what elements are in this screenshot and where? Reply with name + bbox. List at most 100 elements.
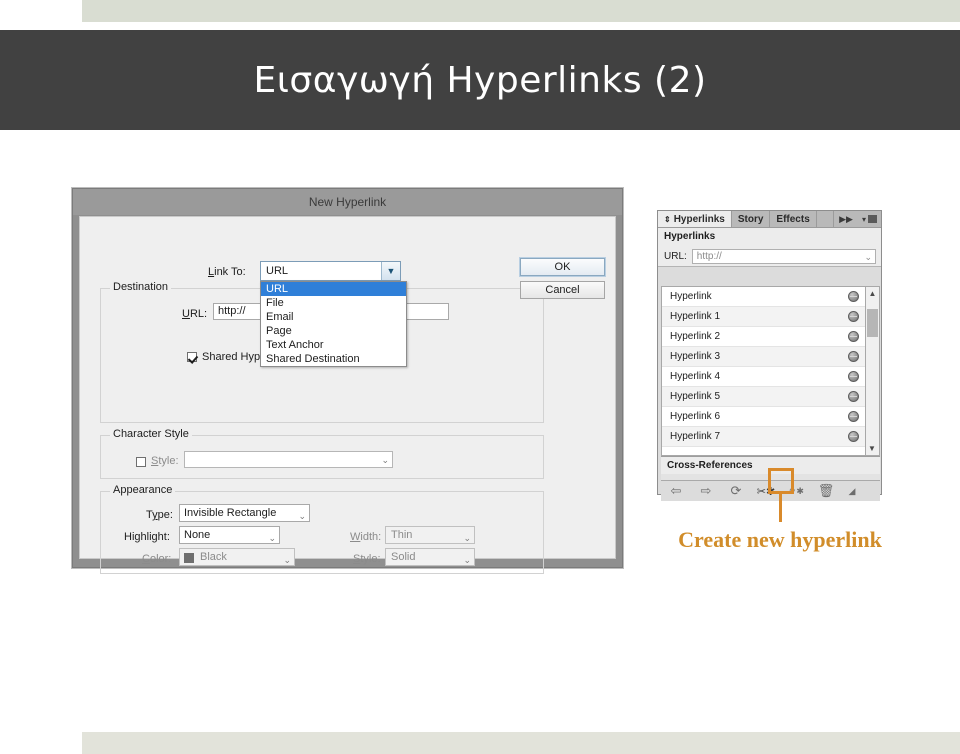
page-title: Εισαγωγή Hyperlinks (2) xyxy=(253,59,707,101)
tab-hyperlinks-label: Hyperlinks xyxy=(673,213,725,225)
hyperlink-url-status-icon xyxy=(848,411,859,422)
new-hyperlink-dialog: New Hyperlink Link To: URL ▼ URL File Em… xyxy=(72,188,623,574)
width-select: Thin ⌄ xyxy=(385,526,475,544)
border-style-value: Solid xyxy=(391,551,416,563)
tab-effects[interactable]: Effects xyxy=(770,211,817,227)
panel-grip-icon: ⇕ xyxy=(664,214,671,224)
highlight-select[interactable]: None ⌄ xyxy=(179,526,280,544)
hyperlink-url-status-icon xyxy=(848,291,859,302)
tab-hyperlinks[interactable]: ⇕ Hyperlinks xyxy=(658,211,732,227)
slide-top-decoration-bar xyxy=(82,0,960,22)
chevron-down-icon: ⌄ xyxy=(463,533,471,543)
annotation-leader-line xyxy=(779,494,782,522)
tab-story[interactable]: Story xyxy=(731,211,771,227)
panel-heading: Hyperlinks xyxy=(658,228,881,246)
chevron-down-icon: ⌄ xyxy=(283,555,291,565)
go-back-icon[interactable]: ⇦ xyxy=(661,482,691,501)
dialog-titlebar: New Hyperlink xyxy=(73,189,622,215)
resize-grip-icon[interactable]: ◢ xyxy=(841,482,863,501)
list-item[interactable]: Hyperlink 6 xyxy=(662,407,865,427)
panel-url-label: URL: xyxy=(664,250,687,262)
type-select[interactable]: Invisible Rectangle ⌄ xyxy=(179,504,310,522)
chevron-down-icon[interactable]: ▼ xyxy=(866,442,878,455)
go-forward-icon[interactable]: ⇨ xyxy=(691,482,721,501)
hyperlink-url-status-icon xyxy=(848,331,859,342)
type-value: Invisible Rectangle xyxy=(184,507,277,519)
hyperlink-name: Hyperlink xyxy=(670,291,712,302)
chevron-down-icon[interactable]: ⌄ xyxy=(268,530,276,546)
destination-group-legend: Destination xyxy=(110,281,172,293)
slide-bottom-decoration-bar xyxy=(82,732,960,754)
chevron-down-icon[interactable]: ▼ xyxy=(381,262,400,280)
dropdown-option-text-anchor[interactable]: Text Anchor xyxy=(261,338,406,352)
list-item[interactable]: Hyperlink 4 xyxy=(662,367,865,387)
list-item[interactable]: Hyperlink 1 xyxy=(662,307,865,327)
border-style-label: Style: xyxy=(353,553,381,565)
url-label: URL: xyxy=(182,308,208,320)
hyperlinks-panel: ⇕ Hyperlinks Story Effects ▶▶ ▾ Hyperlin… xyxy=(657,210,882,501)
border-style-select: Solid ⌄ xyxy=(385,548,475,566)
hyperlink-name: Hyperlink 7 xyxy=(670,431,721,442)
character-style-checkbox[interactable] xyxy=(136,457,146,467)
dialog-body: Link To: URL ▼ URL File Email Page Text … xyxy=(79,216,616,574)
hyperlink-url-status-icon xyxy=(848,391,859,402)
appearance-group-legend: Appearance xyxy=(110,484,176,496)
list-item[interactable]: Hyperlink 5 xyxy=(662,387,865,407)
hyperlink-name: Hyperlink 4 xyxy=(670,371,721,382)
url-input-value: http:// xyxy=(218,305,246,317)
hyperlink-name: Hyperlink 5 xyxy=(670,391,721,402)
highlight-label: Highlight: xyxy=(124,531,170,543)
dropdown-option-shared-destination[interactable]: Shared Destination xyxy=(261,352,406,366)
chevron-down-icon[interactable]: ⌄ xyxy=(298,508,306,524)
list-item[interactable]: Hyperlink 3 xyxy=(662,347,865,367)
tab-strip-spacer xyxy=(816,211,835,227)
hyperlink-name: Hyperlink 1 xyxy=(670,311,721,322)
hyperlinks-list[interactable]: Hyperlink Hyperlink 1 Hyperlink 2 Hyperl… xyxy=(661,286,866,456)
hyperlink-name: Hyperlink 3 xyxy=(670,351,721,362)
width-label: Width: xyxy=(350,531,382,543)
chevron-down-icon[interactable]: ⌄ xyxy=(864,251,872,264)
hyperlinks-list-scrollbar[interactable]: ▲ ▼ xyxy=(866,286,880,456)
slide-title-band: Εισαγωγή Hyperlinks (2) xyxy=(0,30,960,130)
character-style-select[interactable]: ⌄ xyxy=(184,451,393,468)
dropdown-option-page[interactable]: Page xyxy=(261,324,406,338)
annotation-caption: Create new hyperlink xyxy=(678,527,882,552)
character-style-label: Style: xyxy=(151,455,179,467)
link-to-select[interactable]: URL ▼ xyxy=(260,261,401,281)
chevron-down-icon[interactable]: ⌄ xyxy=(381,455,389,466)
dropdown-option-url[interactable]: URL xyxy=(261,282,406,296)
hyperlink-url-status-icon xyxy=(848,351,859,362)
link-to-label: Link To: xyxy=(208,266,246,278)
ok-button[interactable]: OK xyxy=(519,257,606,277)
color-swatch-icon xyxy=(184,553,194,563)
color-select: Black ⌄ xyxy=(179,548,295,566)
panel-url-input[interactable]: http:// ⌄ xyxy=(691,248,876,264)
dropdown-option-file[interactable]: File xyxy=(261,296,406,310)
link-to-value: URL xyxy=(266,265,289,277)
delete-hyperlink-icon[interactable]: 🗑 xyxy=(811,482,841,501)
character-style-group-legend: Character Style xyxy=(110,428,192,440)
color-label: Color: xyxy=(142,553,172,565)
list-item[interactable]: Hyperlink 7 xyxy=(662,427,865,447)
list-item[interactable]: Hyperlink xyxy=(662,287,865,307)
dialog-title: New Hyperlink xyxy=(308,195,387,209)
panel-menu-icon[interactable]: ▾ xyxy=(857,211,881,227)
double-chevron-right-icon[interactable]: ▶▶ xyxy=(834,211,858,227)
refresh-icon[interactable]: ⟳ xyxy=(721,482,751,501)
tab-effects-label: Effects xyxy=(776,213,810,225)
scrollbar-thumb[interactable] xyxy=(867,309,878,337)
shared-hyperlink-checkbox[interactable] xyxy=(187,352,197,362)
hyperlink-url-status-icon xyxy=(848,311,859,322)
dropdown-option-email[interactable]: Email xyxy=(261,310,406,324)
link-to-dropdown-list[interactable]: URL File Email Page Text Anchor Shared D… xyxy=(260,281,407,367)
panel-url-row: URL: http:// ⌄ xyxy=(658,246,881,267)
cancel-button[interactable]: Cancel xyxy=(520,281,605,299)
chevron-down-icon: ⌄ xyxy=(463,555,471,565)
hyperlink-name: Hyperlink 6 xyxy=(670,411,721,422)
create-new-hyperlink-highlight-box xyxy=(768,468,794,494)
hyperlink-name: Hyperlink 2 xyxy=(670,331,721,342)
chevron-up-icon[interactable]: ▲ xyxy=(866,287,879,300)
panel-url-value: http:// xyxy=(696,250,722,262)
hyperlink-url-status-icon xyxy=(848,431,859,442)
list-item[interactable]: Hyperlink 2 xyxy=(662,327,865,347)
